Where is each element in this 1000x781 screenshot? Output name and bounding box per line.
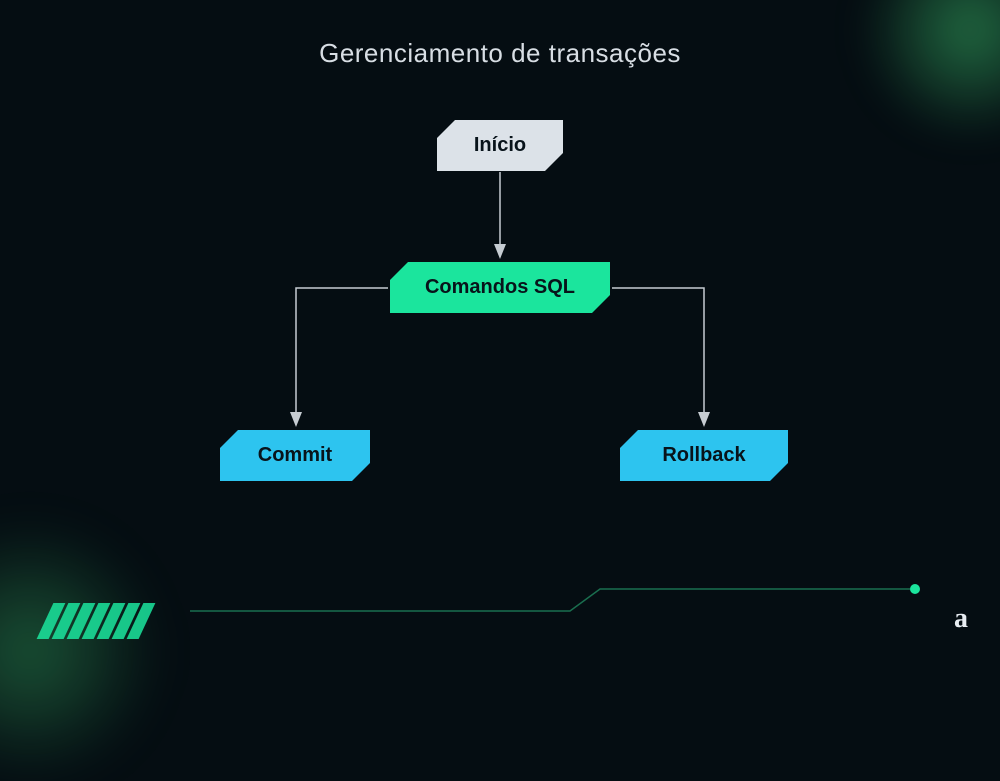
diagram-title: Gerenciamento de transações <box>0 38 1000 69</box>
node-comandos: Comandos SQL <box>390 262 610 313</box>
brand-logo: a <box>954 603 968 635</box>
node-commit: Commit <box>220 430 370 481</box>
flowchart-diagram: Início Comandos SQL Commit Rollback <box>0 100 1000 570</box>
decorative-bottom-line <box>190 581 925 621</box>
node-rollback: Rollback <box>620 430 788 481</box>
node-inicio: Início <box>437 120 563 171</box>
decorative-stripes <box>45 603 147 639</box>
